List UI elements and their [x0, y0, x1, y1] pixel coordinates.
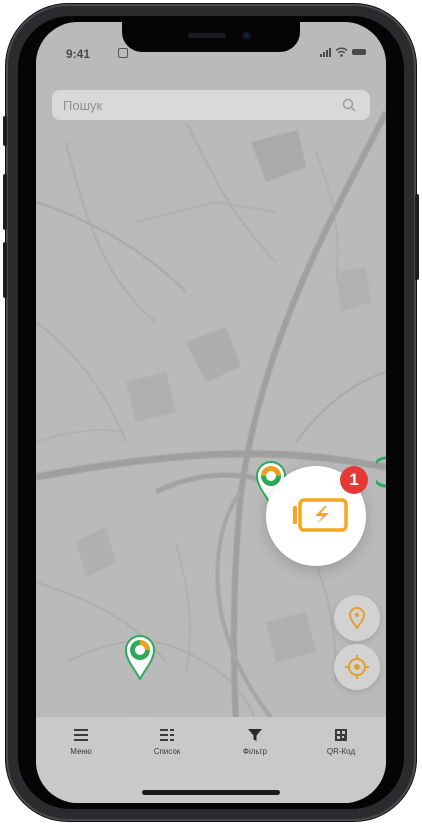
filter-icon — [248, 729, 262, 741]
search-placeholder: Пошук — [63, 98, 103, 113]
front-camera — [242, 31, 251, 40]
notification-badge: 1 — [340, 466, 368, 494]
wifi-icon — [335, 47, 348, 57]
menu-icon — [74, 729, 88, 741]
phone-screen: Меню Список Фільтр QR-Код Пошук 9:41 — [36, 22, 386, 803]
location-arrow-icon — [118, 48, 128, 58]
nearby-button[interactable] — [334, 595, 380, 641]
charging-station-marker-partial[interactable] — [376, 456, 386, 492]
tab-filter[interactable]: Фільтр — [220, 727, 290, 756]
power-button — [415, 194, 419, 280]
crosshair-icon — [345, 655, 369, 679]
battery-icon — [352, 49, 366, 55]
signal-icon — [320, 47, 331, 57]
tab-qr-code[interactable]: QR-Код — [306, 727, 376, 756]
tab-label: QR-Код — [326, 747, 356, 756]
qr-code-icon — [335, 729, 347, 741]
bottom-tab-bar: Меню Список Фільтр QR-Код — [36, 717, 386, 803]
notch — [122, 22, 300, 52]
location-pin-icon — [348, 607, 366, 630]
volume-up-button — [3, 174, 7, 230]
search-input[interactable]: Пошук — [52, 90, 370, 120]
home-indicator[interactable] — [142, 790, 280, 795]
tab-label: Меню — [70, 747, 92, 756]
tab-menu[interactable]: Меню — [46, 727, 116, 756]
speaker-grille — [188, 33, 226, 38]
tab-label: Список — [153, 747, 181, 756]
mute-switch — [3, 116, 7, 146]
tab-label: Фільтр — [242, 747, 268, 756]
search-icon[interactable] — [342, 98, 356, 112]
status-time: 9:41 — [66, 47, 91, 61]
tab-list[interactable]: Список — [132, 727, 202, 756]
volume-down-button — [3, 242, 7, 298]
my-location-button[interactable] — [334, 644, 380, 690]
list-icon — [160, 729, 174, 741]
charging-station-marker[interactable] — [124, 634, 156, 680]
